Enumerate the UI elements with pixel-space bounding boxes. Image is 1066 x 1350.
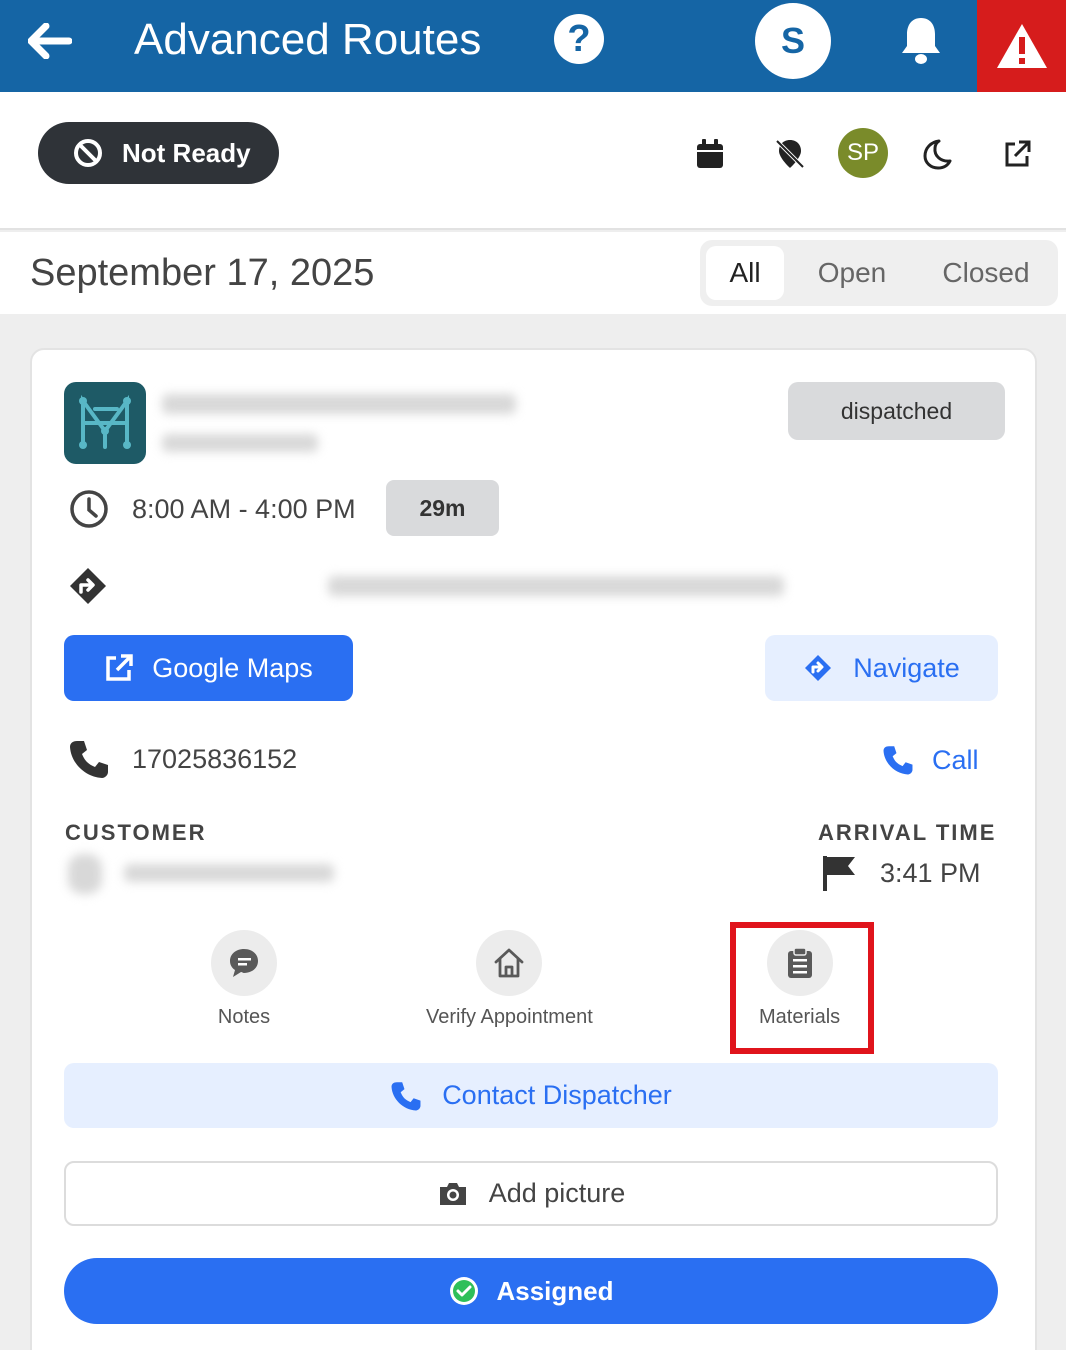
redacted-customer-avatar: [68, 854, 102, 894]
job-card: dispatched 8:00 AM - 4:00 PM 29m Google …: [30, 348, 1037, 1350]
logo-icon: [79, 394, 131, 449]
call-button[interactable]: Call: [882, 738, 979, 782]
customer-heading: CUSTOMER: [65, 820, 207, 845]
alert-button[interactable]: [977, 0, 1066, 92]
call-label: Call: [932, 744, 979, 775]
dark-mode-toggle[interactable]: [914, 132, 958, 176]
arrival-time-row: 3:41 PM: [820, 850, 981, 896]
help-button[interactable]: ?: [554, 14, 604, 64]
status-label: Not Ready: [122, 137, 251, 168]
question-icon: ?: [567, 17, 591, 60]
notes-icon-circle: [211, 930, 277, 996]
home-icon: [494, 948, 524, 978]
google-maps-button[interactable]: Google Maps: [64, 635, 353, 701]
contact-dispatcher-label: Contact Dispatcher: [442, 1080, 672, 1110]
materials-highlight-box: [730, 922, 874, 1054]
assigned-label: Assigned: [496, 1275, 614, 1306]
assigned-button[interactable]: Assigned: [64, 1258, 998, 1324]
phone-row: 17025836152: [68, 734, 297, 784]
arrival-time-heading: ARRIVAL TIME: [818, 820, 997, 845]
phone-icon: [883, 746, 913, 775]
filter-closed[interactable]: Closed: [922, 246, 1050, 300]
status-filter: All Open Closed: [700, 240, 1058, 306]
redacted-job-title: [162, 394, 516, 414]
flag-icon: [823, 856, 855, 891]
map-pin-off-icon: [775, 139, 805, 169]
bell-icon: [902, 18, 940, 64]
user-initial: S: [780, 20, 805, 61]
navigate-button[interactable]: Navigate: [765, 635, 998, 701]
filter-open[interactable]: Open: [800, 246, 904, 300]
verify-icon-circle: [476, 930, 543, 996]
notes-label: Notes: [217, 1006, 271, 1028]
add-picture-label: Add picture: [488, 1178, 626, 1208]
warning-icon: [996, 24, 1047, 68]
notes-action[interactable]: Notes: [211, 930, 277, 1029]
redacted-customer-name: [124, 864, 334, 882]
arrival-time: 3:41 PM: [880, 857, 981, 888]
ban-icon: [74, 139, 102, 167]
avatar[interactable]: SP: [838, 128, 888, 178]
user-menu-button[interactable]: S: [755, 3, 831, 79]
contact-dispatcher-button[interactable]: Contact Dispatcher: [64, 1063, 998, 1128]
back-button[interactable]: [24, 18, 76, 64]
redacted-job-type: [162, 434, 318, 452]
directions-icon: [805, 655, 832, 681]
camera-icon: [439, 1182, 466, 1205]
check-circle-icon: [450, 1277, 479, 1305]
phone-icon: [391, 1081, 421, 1110]
calendar-button[interactable]: [688, 132, 732, 176]
route-date: September 17, 2025: [30, 252, 375, 294]
status-toggle-button[interactable]: Not Ready: [38, 122, 279, 184]
verify-appointment-label: Verify Appointment: [426, 1006, 593, 1028]
external-link-icon: [106, 654, 133, 681]
moon-icon: [923, 139, 952, 170]
navigate-label: Navigate: [853, 652, 960, 683]
directions-icon: [70, 568, 106, 604]
add-picture-button[interactable]: Add picture: [64, 1161, 998, 1226]
company-logo: [64, 382, 146, 464]
verify-appointment-action[interactable]: Verify Appointment: [426, 930, 593, 1029]
toolbar: Not Ready SP: [0, 92, 1066, 230]
time-window-row: 8:00 AM - 4:00 PM: [68, 482, 356, 536]
date-header: September 17, 2025 All Open Closed: [0, 232, 1066, 314]
avatar-initials: SP: [846, 139, 879, 166]
status-badge: dispatched: [788, 382, 1005, 440]
notifications-button[interactable]: [893, 10, 949, 70]
redacted-address: [328, 576, 784, 596]
chat-bubble-icon: [230, 949, 258, 977]
open-external-button[interactable]: [995, 132, 1039, 176]
location-off-button[interactable]: [768, 132, 812, 176]
duration-badge: 29m: [386, 480, 499, 536]
clock-icon: [70, 490, 108, 528]
phone-icon: [70, 741, 108, 778]
phone-number: 17025836152: [132, 743, 298, 774]
external-link-icon: [1005, 140, 1031, 167]
app-title: Advanced Routes: [134, 15, 482, 64]
filter-all[interactable]: All: [706, 246, 784, 300]
top-app-bar: Advanced Routes ? S: [0, 0, 1066, 92]
time-window: 8:00 AM - 4:00 PM: [132, 493, 356, 524]
google-maps-label: Google Maps: [152, 652, 313, 683]
arrow-left-icon: [28, 23, 72, 59]
calendar-icon: [697, 139, 723, 168]
